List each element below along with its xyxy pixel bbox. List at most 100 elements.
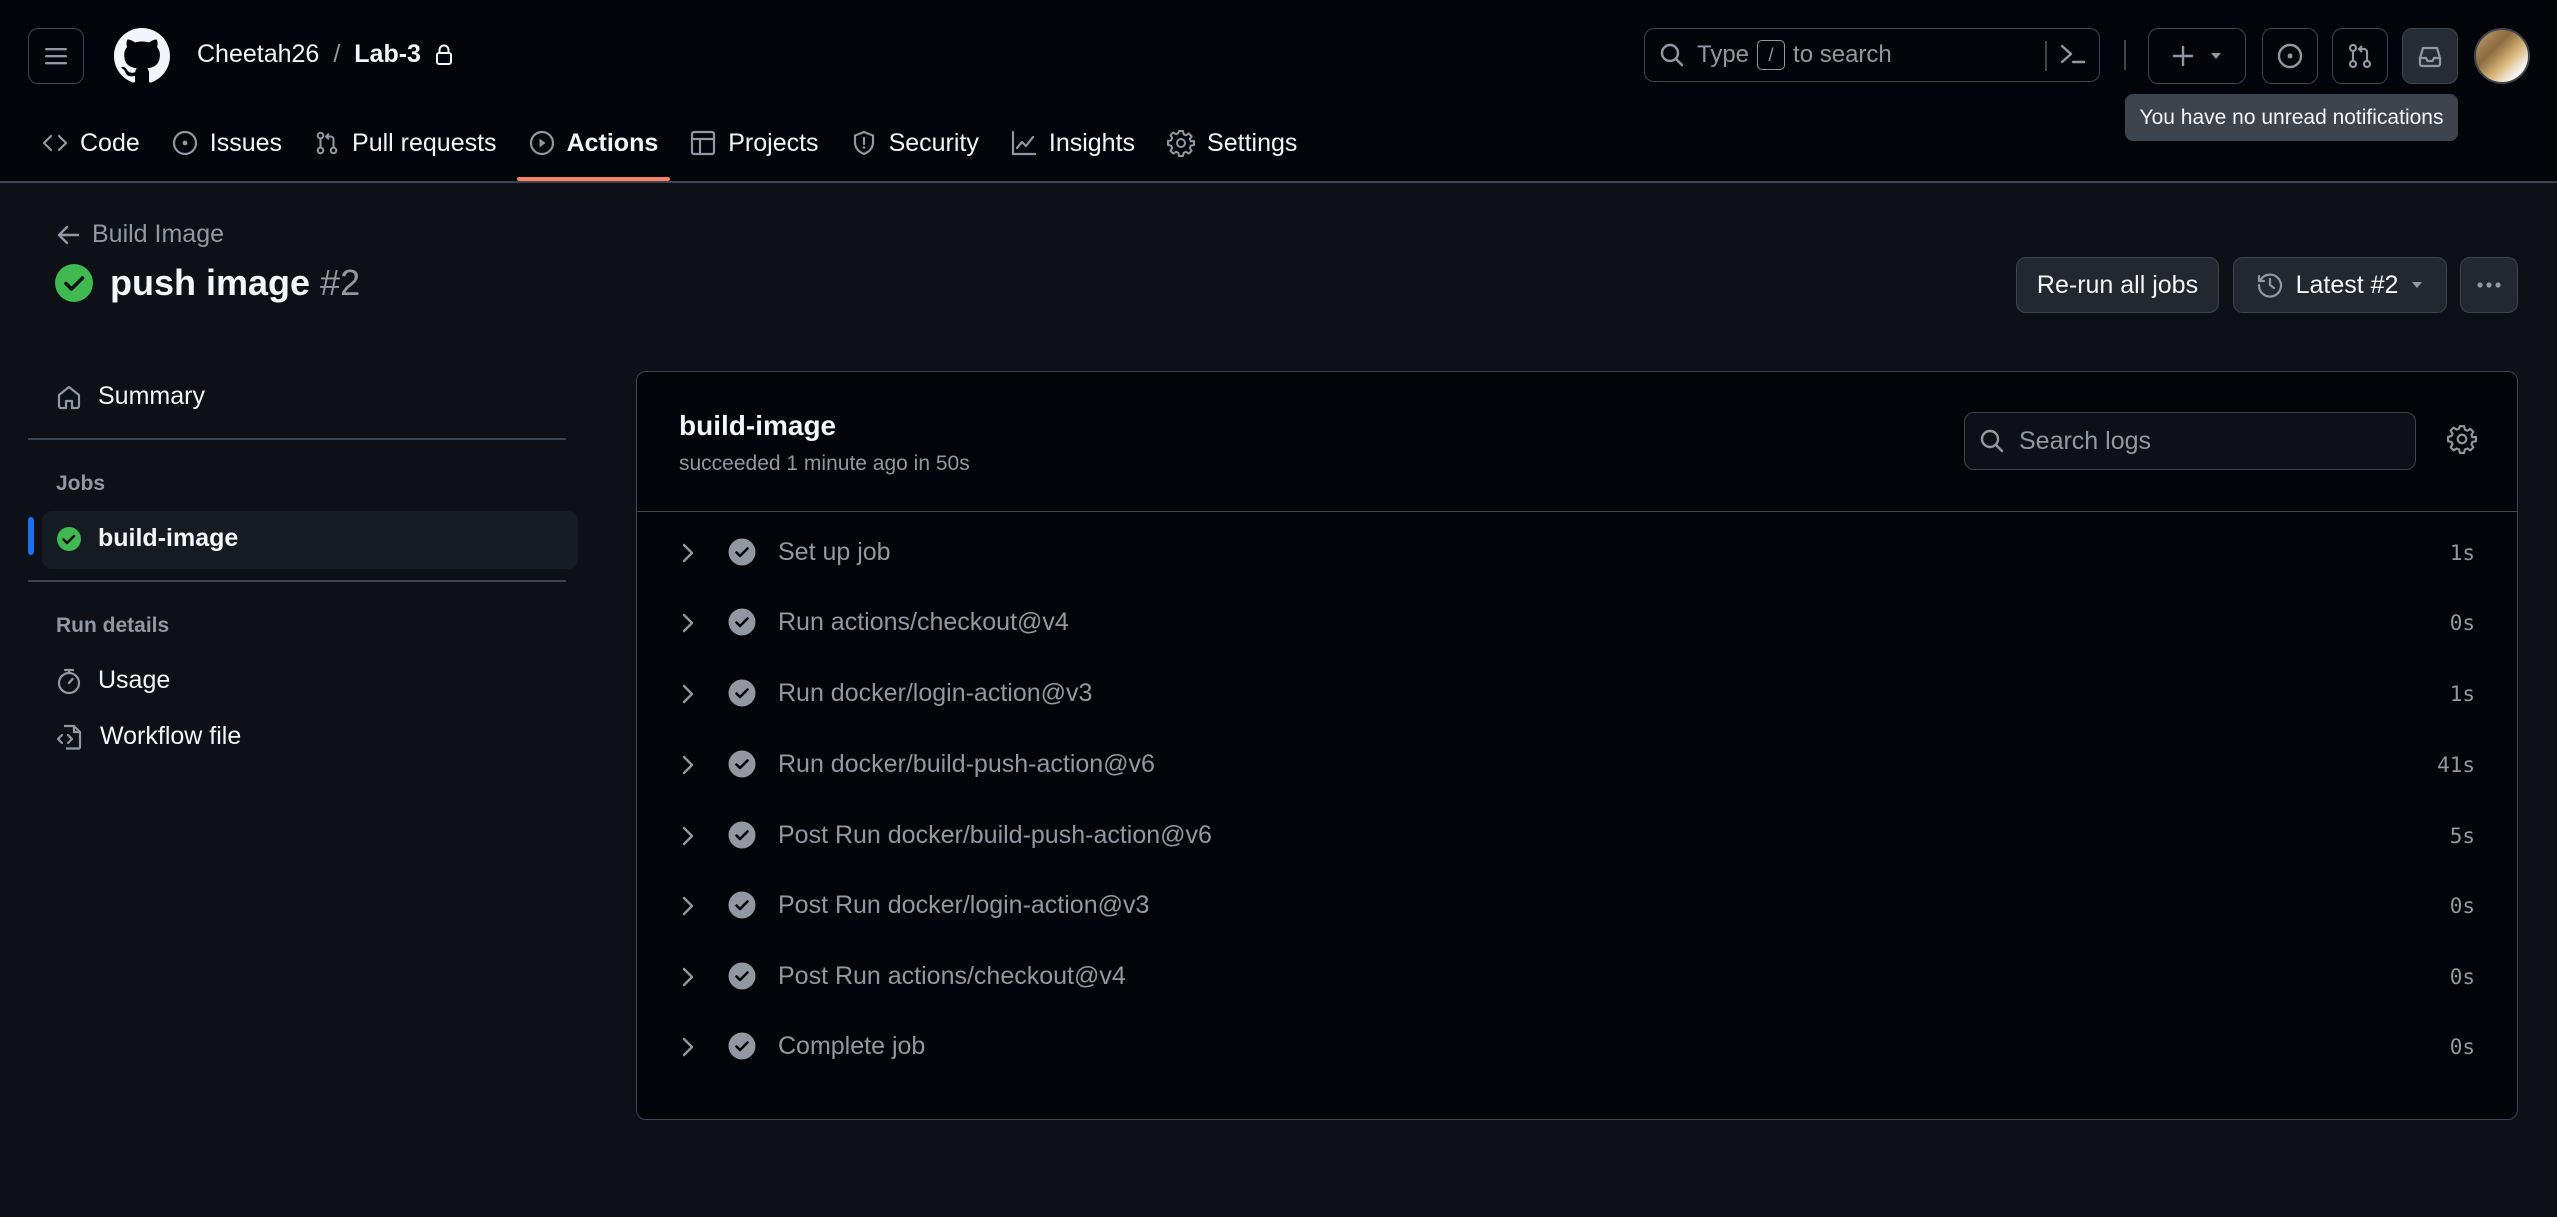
table-icon [691, 130, 716, 156]
step-duration: 0s [2449, 965, 2475, 989]
github-logo[interactable] [114, 28, 170, 84]
tab-insights[interactable]: Insights [997, 118, 1149, 168]
step-row[interactable]: Post Run docker/build-push-action@v6 5s [637, 805, 2517, 865]
repo-name-link[interactable]: Lab-3 [354, 40, 421, 69]
menu-button[interactable] [28, 28, 84, 84]
jobs-heading: Jobs [56, 472, 106, 495]
run-name: push image [110, 262, 311, 303]
plus-icon [2172, 45, 2194, 67]
tab-label: Projects [728, 128, 819, 157]
tab-label: Code [80, 128, 140, 157]
selected-job-indicator [28, 517, 34, 555]
step-row[interactable]: Set up job 1s [637, 522, 2517, 582]
step-duration: 5s [2449, 824, 2475, 848]
step-row[interactable]: Run actions/checkout@v4 0s [637, 592, 2517, 652]
inbox-icon [2418, 46, 2442, 68]
arrow-left-icon [57, 225, 80, 244]
check-circle-fill-icon [55, 264, 93, 302]
shield-icon [853, 130, 874, 156]
sidebar-job-item[interactable]: build-image [56, 524, 238, 553]
your-issues-button[interactable] [2262, 28, 2318, 84]
git-pull-request-icon [2348, 43, 2372, 69]
chevron-right-icon [682, 1037, 694, 1057]
step-row[interactable]: Complete job 0s [637, 1016, 2517, 1076]
user-avatar[interactable] [2474, 28, 2530, 84]
tab-projects[interactable]: Projects [676, 118, 832, 168]
tab-issues[interactable]: Issues [158, 118, 296, 168]
rerun-all-jobs-button[interactable]: Re-run all jobs [2016, 257, 2219, 313]
sidebar-item-label: Workflow file [100, 722, 242, 750]
tab-settings[interactable]: Settings [1153, 118, 1311, 168]
sidebar-item-workflow-file[interactable]: Workflow file [56, 722, 241, 751]
your-pull-requests-button[interactable] [2332, 28, 2388, 84]
step-name: Post Run docker/login-action@v3 [778, 891, 1150, 919]
play-icon [529, 130, 554, 156]
command-palette-button[interactable] [2057, 39, 2087, 69]
job-status-summary: succeeded 1 minute ago in 50s [679, 452, 970, 475]
sidebar-divider [28, 580, 566, 582]
sidebar-divider [28, 438, 566, 440]
search-icon [1980, 429, 2004, 453]
tab-actions[interactable]: Actions [515, 118, 673, 181]
stopwatch-icon [57, 668, 81, 694]
lock-icon [435, 44, 452, 65]
create-new-button[interactable] [2148, 28, 2246, 84]
search-shortcut-key: / [1757, 40, 1786, 70]
tab-security[interactable]: Security [837, 118, 993, 168]
check-circle-fill-icon [728, 962, 756, 990]
triangle-down-icon [2211, 53, 2221, 59]
search-logs-input[interactable]: Search logs [1964, 412, 2416, 470]
terminal-icon [2060, 44, 2086, 64]
chevron-right-icon [682, 613, 694, 633]
tab-label: Pull requests [352, 128, 497, 157]
step-row[interactable]: Run docker/build-push-action@v6 41s [637, 734, 2517, 794]
tab-code[interactable]: Code [28, 118, 154, 168]
step-name: Post Run actions/checkout@v4 [778, 962, 1126, 990]
rerun-label: Re-run all jobs [2036, 270, 2199, 299]
issue-opened-icon [172, 130, 197, 156]
step-duration: 41s [2437, 753, 2475, 777]
step-duration: 0s [2449, 1035, 2475, 1059]
header-divider [2124, 40, 2126, 70]
attempt-selector-button[interactable]: Latest #2 [2233, 257, 2447, 313]
tab-label: Issues [209, 128, 283, 157]
global-search-input[interactable]: Type / to search [1644, 28, 2100, 82]
chevron-right-icon [682, 896, 694, 916]
sidebar-item-summary[interactable]: Summary [56, 382, 205, 411]
issue-opened-icon [2277, 43, 2303, 69]
step-name: Run docker/login-action@v3 [778, 679, 1093, 707]
tab-pull-requests[interactable]: Pull requests [300, 118, 511, 168]
github-mark-icon [114, 28, 170, 83]
step-name: Post Run docker/build-push-action@v6 [778, 821, 1212, 849]
step-duration: 0s [2449, 611, 2475, 635]
sidebar-item-label: Summary [98, 382, 205, 410]
more-options-button[interactable] [2460, 257, 2518, 313]
attempt-label: Latest #2 [2295, 270, 2399, 299]
notifications-button[interactable] [2402, 28, 2458, 84]
tab-label: Insights [1048, 128, 1136, 157]
step-name: Run actions/checkout@v4 [778, 608, 1069, 636]
file-code-icon [56, 724, 82, 750]
chevron-right-icon [682, 755, 694, 775]
run-details-heading: Run details [56, 614, 170, 637]
log-settings-button[interactable] [2447, 424, 2477, 454]
step-name: Complete job [778, 1032, 926, 1060]
step-row[interactable]: Run docker/login-action@v3 1s [637, 663, 2517, 723]
sidebar-item-usage[interactable]: Usage [56, 666, 170, 695]
step-row[interactable]: Post Run actions/checkout@v4 0s [637, 946, 2517, 1006]
global-header: Cheetah26 / Lab-3 Type / to search Code [0, 0, 2557, 183]
back-link-label: Build Image [92, 220, 225, 248]
graph-icon [1011, 130, 1036, 156]
step-row[interactable]: Post Run docker/login-action@v3 0s [637, 875, 2517, 935]
step-duration: 1s [2449, 541, 2475, 565]
job-title: build-image [679, 410, 837, 441]
check-circle-fill-icon [728, 1032, 756, 1060]
back-to-workflow-link[interactable]: Build Image [56, 220, 224, 249]
search-suffix: to search [1793, 41, 1892, 68]
repo-owner-link[interactable]: Cheetah26 [197, 40, 319, 69]
check-circle-fill-icon [728, 538, 756, 566]
search-icon [1660, 43, 1684, 67]
sidebar-job-label: build-image [98, 524, 239, 552]
job-header: build-image succeeded 1 minute ago in 50… [637, 372, 2517, 512]
notifications-tooltip: You have no unread notifications [2125, 94, 2458, 141]
